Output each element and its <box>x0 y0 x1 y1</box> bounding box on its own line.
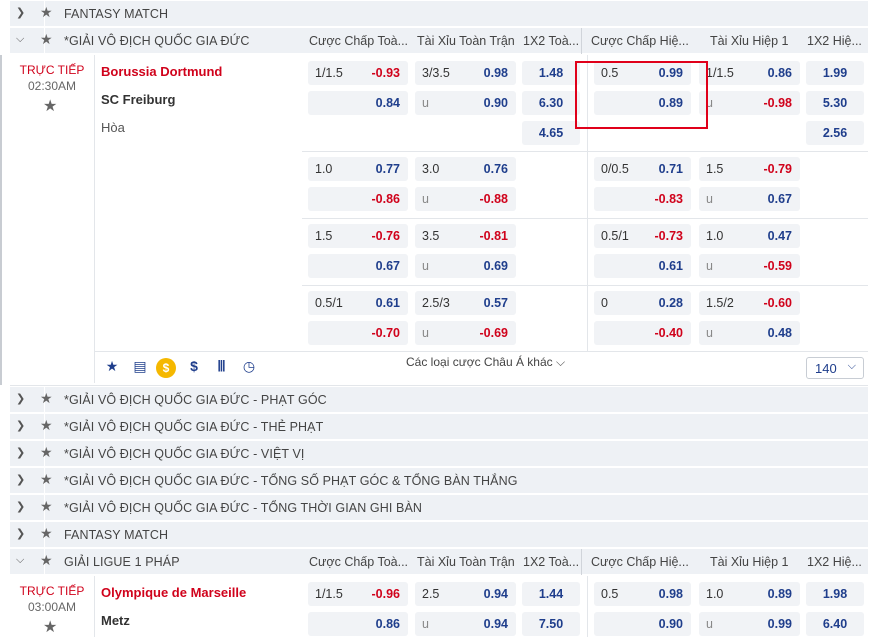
star-icon[interactable]: ★ <box>43 617 57 637</box>
chevron-down-icon: ⌵ <box>555 355 566 369</box>
odds-cell[interactable]: 6.30 <box>522 91 580 115</box>
col-header-1x2-full: 1X2 Toà... <box>523 34 580 48</box>
fantasy-match-row[interactable]: ❯ ★ FANTASY MATCH <box>10 522 868 548</box>
odds-cell[interactable]: 1.48 <box>522 61 580 85</box>
more-markets-dropdown[interactable]: 140 ⌵ <box>806 357 864 379</box>
league-row[interactable]: ❯ ★ *GIẢI VÔ ĐỊCH QUỐC GIA ĐỨC - TỔNG THỜI… <box>10 495 868 521</box>
home-team[interactable]: Borussia Dortmund <box>101 64 222 79</box>
odds-cell[interactable]: 0.67 <box>308 254 408 278</box>
odds-cell[interactable]: u -0.59 <box>699 254 800 278</box>
highlight-box <box>575 61 708 129</box>
odds-cell[interactable]: 0.61 <box>594 254 691 278</box>
history-icon[interactable]: ◷ <box>239 358 259 378</box>
live-label: TRỰC TIẾP <box>19 63 85 77</box>
league-row[interactable]: ❯ ★ *GIẢI VÔ ĐỊCH QUỐC GIA ĐỨC - THẺ PHẠT <box>10 414 868 440</box>
chevron-right-icon[interactable]: ❯ <box>16 6 25 19</box>
odds-cell[interactable]: 3/3.5 0.98 <box>415 61 516 85</box>
odds-cell[interactable]: 1.44 <box>522 582 580 606</box>
odds-cell[interactable]: 0.90 <box>594 612 691 636</box>
league-label: FANTASY MATCH <box>64 7 169 21</box>
star-icon[interactable]: ★ <box>40 552 53 569</box>
odds-cell[interactable]: 0.5/1 0.61 <box>308 291 408 315</box>
favorite-star-icon[interactable]: ★ <box>102 358 122 378</box>
more-bets-link[interactable]: Các loại cược Châu Á khác ⌵ <box>406 355 565 370</box>
odds-cell[interactable]: u 0.99 <box>699 612 800 636</box>
odds-cell[interactable]: 1.0 0.47 <box>699 224 800 248</box>
odds-cell[interactable]: 1/1.5 -0.96 <box>308 582 408 606</box>
star-icon[interactable]: ★ <box>40 4 53 21</box>
league-header-row[interactable]: ⌵ ★ *GIẢI VÔ ĐỊCH QUỐC GIA ĐỨC Cược Chấp… <box>10 28 868 54</box>
match-time: 02:30AM <box>27 79 77 93</box>
draw-label: Hòa <box>101 120 125 135</box>
odds-cell[interactable]: 3.0 0.76 <box>415 157 516 181</box>
home-team[interactable]: Olympique de Marseille <box>101 585 246 600</box>
star-icon[interactable]: ★ <box>40 390 53 407</box>
odds-cell[interactable]: 6.40 <box>806 612 864 636</box>
odds-cell[interactable]: 0 0.28 <box>594 291 691 315</box>
odds-cell[interactable]: 7.50 <box>522 612 580 636</box>
odds-cell[interactable]: 3.5 -0.81 <box>415 224 516 248</box>
odds-cell[interactable]: 0.5/1 -0.73 <box>594 224 691 248</box>
odds-cell[interactable]: u 0.94 <box>415 612 516 636</box>
odds-cell[interactable]: 1/1.5 0.86 <box>699 61 800 85</box>
odds-cell[interactable]: u 0.69 <box>415 254 516 278</box>
odds-cell[interactable]: 1/1.5 -0.93 <box>308 61 408 85</box>
list-icon[interactable]: ▤ <box>130 358 150 378</box>
odds-cell[interactable]: 1.5 -0.76 <box>308 224 408 248</box>
col-header-1x2-half: 1X2 Hiệ... <box>807 34 862 48</box>
odds-cell[interactable]: 5.30 <box>806 91 864 115</box>
chevron-down-icon[interactable]: ⌵ <box>16 33 24 46</box>
odds-cell[interactable]: -0.86 <box>308 187 408 211</box>
col-header-ou-full: Tài Xỉu Toàn Trận <box>417 34 515 48</box>
odds-cell[interactable]: 0.84 <box>308 91 408 115</box>
star-icon[interactable]: ★ <box>40 525 53 542</box>
odds-cell[interactable]: u -0.88 <box>415 187 516 211</box>
league-row[interactable]: ❯ ★ *GIẢI VÔ ĐỊCH QUỐC GIA ĐỨC - TỔNG SỐ P… <box>10 468 868 494</box>
odds-cell[interactable]: 2.5/3 0.57 <box>415 291 516 315</box>
league-header-row[interactable]: ⌵ ★ GIẢI LIGUE 1 PHÁP Cược Chấp Toà... T… <box>10 549 868 575</box>
away-team[interactable]: Metz <box>101 613 130 628</box>
col-header-ah-full: Cược Chấp Toà... <box>309 34 409 48</box>
live-label: TRỰC TIẾP <box>19 584 85 598</box>
league-row[interactable]: ❯ ★ *GIẢI VÔ ĐỊCH QUỐC GIA ĐỨC - VIỆT VỊ <box>10 441 868 467</box>
odds-cell[interactable]: 1.0 0.89 <box>699 582 800 606</box>
odds-cell[interactable]: 2.5 0.94 <box>415 582 516 606</box>
col-header-ou-half: Tài Xỉu Hiệp 1 <box>710 34 789 48</box>
star-icon[interactable]: ★ <box>40 498 53 515</box>
odds-cell[interactable]: -0.70 <box>308 321 408 345</box>
odds-cell[interactable]: 1.0 0.77 <box>308 157 408 181</box>
away-team[interactable]: SC Freiburg <box>101 92 175 107</box>
odds-cell[interactable]: 0.5 0.98 <box>594 582 691 606</box>
star-icon[interactable]: ★ <box>43 96 57 116</box>
league-label: *GIẢI VÔ ĐỊCH QUỐC GIA ĐỨC <box>64 34 250 48</box>
odds-cell[interactable]: 0.86 <box>308 612 408 636</box>
odds-cell[interactable]: -0.83 <box>594 187 691 211</box>
star-icon[interactable]: ★ <box>40 417 53 434</box>
odds-cell[interactable]: 4.65 <box>522 121 580 145</box>
stats-icon[interactable]: ||| <box>211 358 231 378</box>
odds-cell[interactable]: 1.5 -0.79 <box>699 157 800 181</box>
odds-cell[interactable]: -0.40 <box>594 321 691 345</box>
odds-cell[interactable]: u 0.48 <box>699 321 800 345</box>
odds-cell[interactable]: 1.99 <box>806 61 864 85</box>
odds-cell[interactable]: u -0.69 <box>415 321 516 345</box>
odds-cell[interactable]: 1.5/2 -0.60 <box>699 291 800 315</box>
coin-icon[interactable]: $ <box>156 358 176 378</box>
dollar-icon[interactable]: $ <box>184 358 204 378</box>
odds-cell[interactable]: 1.98 <box>806 582 864 606</box>
match-time: 03:00AM <box>27 600 77 614</box>
odds-cell[interactable]: u 0.67 <box>699 187 800 211</box>
odds-cell[interactable]: u 0.90 <box>415 91 516 115</box>
fantasy-match-row[interactable]: ❯ ★ FANTASY MATCH <box>10 1 868 27</box>
odds-cell[interactable]: 2.56 <box>806 121 864 145</box>
star-icon[interactable]: ★ <box>40 31 53 48</box>
odds-cell[interactable]: u -0.98 <box>699 91 800 115</box>
star-icon[interactable]: ★ <box>40 471 53 488</box>
odds-cell[interactable]: 0/0.5 0.71 <box>594 157 691 181</box>
col-header-ah-half: Cược Chấp Hiệ... <box>591 34 689 48</box>
star-icon[interactable]: ★ <box>40 444 53 461</box>
league-row[interactable]: ❯ ★ *GIẢI VÔ ĐỊCH QUỐC GIA ĐỨC - PHẠT GÓC <box>10 387 868 413</box>
